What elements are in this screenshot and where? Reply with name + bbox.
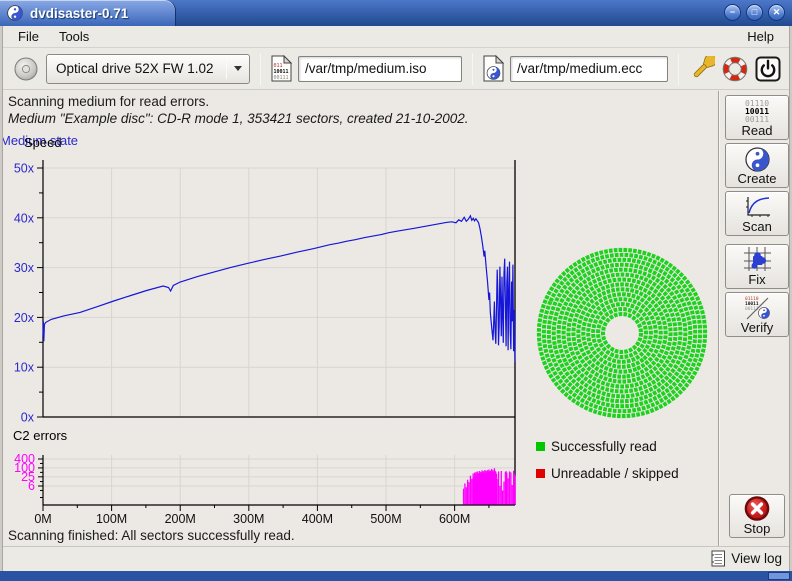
legend-swatch-red — [536, 469, 545, 478]
binary-compare-icon: 01110 10011 00111 — [742, 294, 772, 321]
svg-text:300M: 300M — [233, 512, 264, 525]
yin-yang-icon — [745, 147, 770, 172]
app-window: dvdisaster-0.71 − □ ✕ File Tools Help Op… — [0, 0, 792, 581]
titlebar-tab: dvdisaster-0.71 — [0, 0, 176, 26]
ecc-path-input[interactable] — [510, 56, 668, 82]
speed-chart-title: Speed — [24, 135, 62, 150]
iso-path-input[interactable] — [298, 56, 462, 82]
ecc-file-icon — [483, 55, 504, 82]
action-sidebar: 01110 10011 00111 Read Create Scan — [722, 92, 792, 546]
window-title: dvdisaster-0.71 — [30, 6, 128, 21]
svg-text:6: 6 — [28, 479, 35, 493]
speed-and-c2-chart: 0x 10x 20x 30x 40x 50x 0M 100M 200M 300M 400M 500M 6… — [0, 133, 530, 525]
svg-text:100M: 100M — [96, 512, 127, 525]
c2-chart-title: C2 errors — [13, 428, 67, 443]
svg-text:600M: 600M — [439, 512, 470, 525]
menu-tools[interactable]: Tools — [49, 27, 99, 46]
optical-disc-icon — [13, 56, 39, 82]
drive-selector[interactable]: Optical drive 52X FW 1.02 — [46, 54, 250, 84]
create-button[interactable]: Create — [725, 143, 789, 188]
svg-text:0M: 0M — [34, 512, 51, 525]
status-line1: Scanning medium for read errors. — [8, 94, 716, 109]
verify-button[interactable]: 01110 10011 00111 Verify — [725, 292, 789, 337]
svg-text:00111: 00111 — [274, 75, 289, 81]
chevron-down-icon — [227, 66, 249, 71]
menu-help[interactable]: Help — [737, 27, 784, 46]
svg-text:40x: 40x — [14, 211, 35, 225]
binary-rows-icon: 01110 10011 00111 — [745, 100, 769, 124]
svg-text:400M: 400M — [302, 512, 333, 525]
fix-button[interactable]: Fix — [725, 244, 789, 289]
toolbar-separator — [260, 53, 261, 85]
menubar: File Tools Help — [0, 26, 792, 48]
resize-grip[interactable] — [768, 572, 790, 580]
medium-state-disc — [534, 245, 710, 421]
legend-row-unreadable: Unreadable / skipped — [536, 466, 679, 481]
titlebar[interactable]: dvdisaster-0.71 − □ ✕ — [0, 0, 792, 26]
svg-text:10x: 10x — [14, 361, 35, 375]
window-yin-yang-icon — [7, 5, 23, 21]
sidebar-separator — [718, 91, 720, 546]
stop-cross-icon — [742, 495, 772, 522]
svg-text:50x: 50x — [14, 162, 35, 176]
puzzle-piece-icon — [742, 246, 772, 273]
toolbar: Optical drive 52X FW 1.02 011 10011 0011… — [0, 48, 792, 90]
minimize-button[interactable]: − — [724, 4, 741, 21]
scan-button[interactable]: Scan — [725, 191, 789, 236]
maximize-button[interactable]: □ — [746, 4, 763, 21]
speed-curve-icon — [742, 194, 772, 220]
main-area: 0x 10x 20x 30x 40x 50x 0M 100M 200M 300M 400M 500M 6… — [0, 133, 792, 525]
help-lifebelt-icon[interactable] — [722, 56, 748, 82]
quit-power-icon[interactable] — [755, 56, 781, 82]
toolbar-separator — [678, 53, 679, 85]
svg-text:20x: 20x — [14, 311, 35, 325]
close-button[interactable]: ✕ — [768, 4, 785, 21]
svg-text:200M: 200M — [165, 512, 196, 525]
view-log-button[interactable]: View log — [711, 550, 782, 567]
svg-text:30x: 30x — [14, 261, 35, 275]
svg-text:0x: 0x — [21, 411, 35, 425]
status-area: Scanning medium for read errors. Medium … — [0, 90, 716, 133]
legend-row-success: Successfully read — [536, 439, 679, 454]
drive-selector-value: Optical drive 52X FW 1.02 — [47, 61, 226, 76]
window-bottom-border — [0, 571, 792, 581]
read-button[interactable]: 01110 10011 00111 Read — [725, 95, 789, 140]
svg-text:500M: 500M — [370, 512, 401, 525]
footer-bar: View log — [0, 546, 792, 571]
preferences-wrench-icon[interactable] — [689, 56, 715, 82]
log-list-icon — [711, 550, 726, 567]
toolbar-separator — [472, 53, 473, 85]
stop-button[interactable]: Stop — [729, 494, 785, 538]
medium-state-legend: Successfully read Unreadable / skipped — [536, 439, 679, 493]
window-left-border — [0, 26, 3, 571]
status-line2: Medium "Example disc": CD-R mode 1, 3534… — [8, 111, 716, 126]
menu-file[interactable]: File — [8, 27, 49, 46]
iso-file-icon: 011 10011 00111 — [271, 55, 292, 82]
footer-status-text: Scanning finished: All sectors successfu… — [0, 525, 716, 546]
legend-swatch-green — [536, 442, 545, 451]
